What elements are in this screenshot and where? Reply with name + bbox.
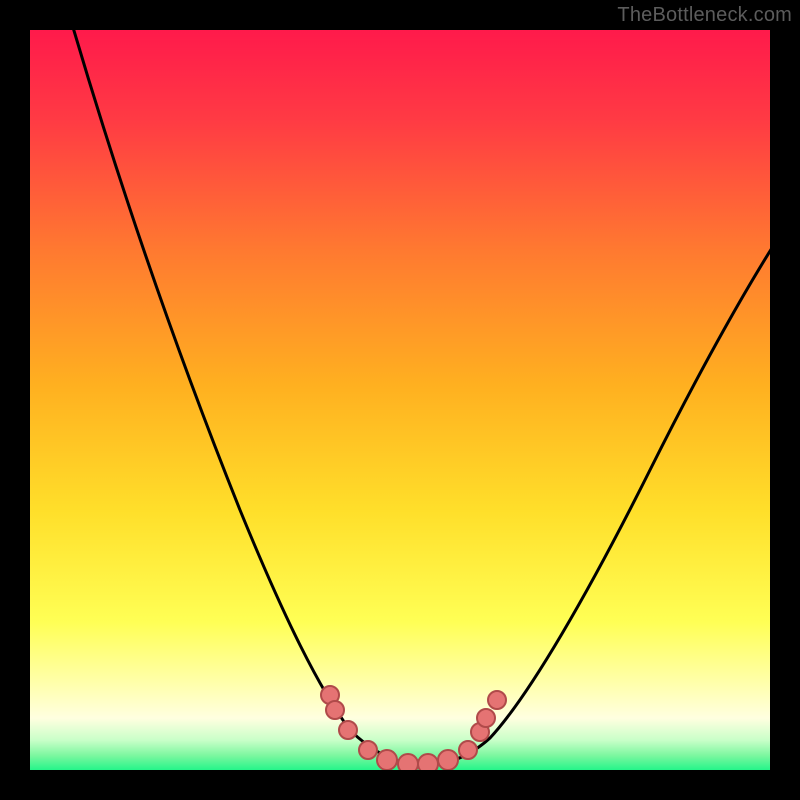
chart-svg — [30, 30, 770, 770]
marker-point — [459, 741, 477, 759]
marker-point — [418, 754, 438, 770]
marker-point — [488, 691, 506, 709]
marker-point — [339, 721, 357, 739]
outer-frame: TheBottleneck.com — [0, 0, 800, 800]
marker-point — [359, 741, 377, 759]
plot-area — [30, 30, 770, 770]
bottleneck-curve — [65, 30, 770, 765]
marker-point — [398, 754, 418, 770]
watermark-text: TheBottleneck.com — [617, 4, 792, 27]
marker-point — [377, 750, 397, 770]
marker-group — [321, 686, 506, 770]
marker-point — [326, 701, 344, 719]
marker-point — [477, 709, 495, 727]
marker-point — [438, 750, 458, 770]
